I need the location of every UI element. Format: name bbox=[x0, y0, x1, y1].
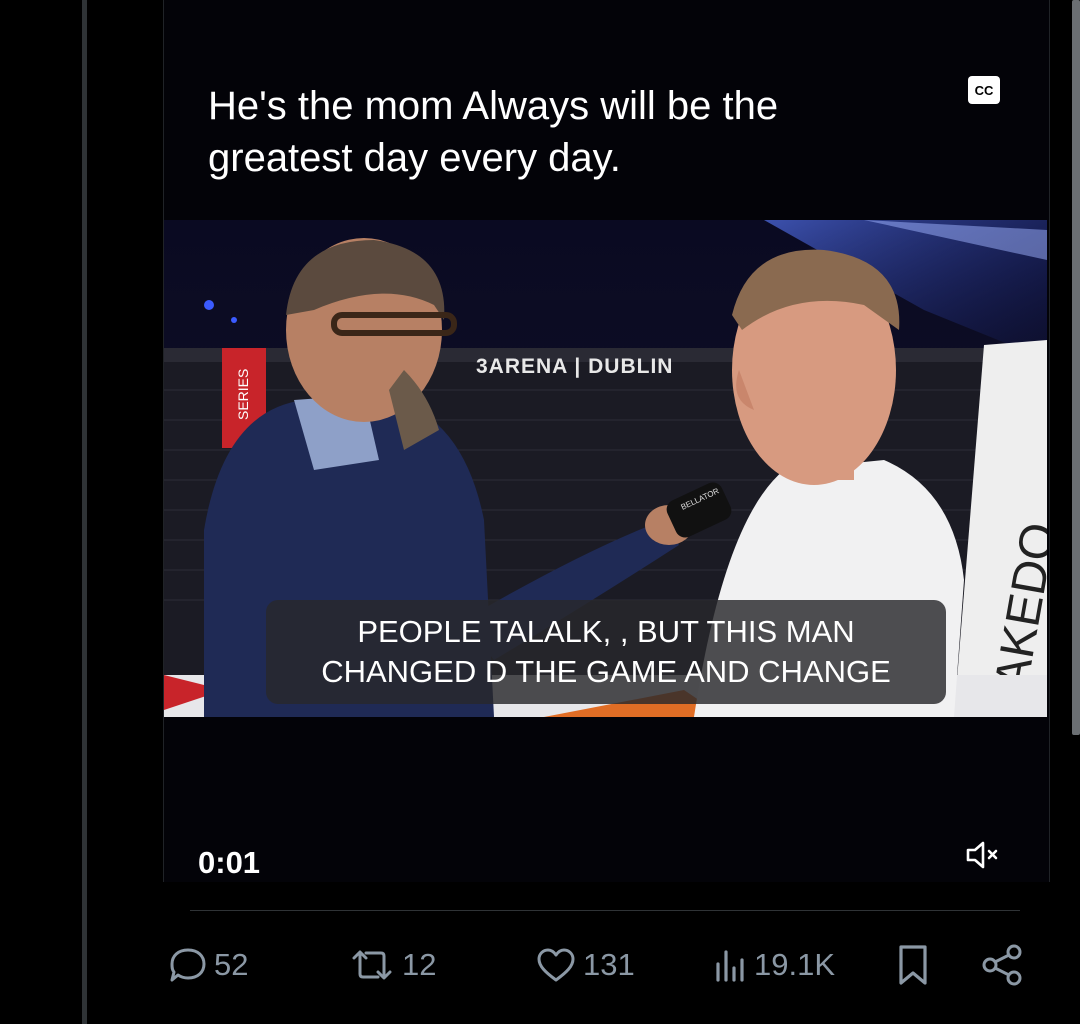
scrollbar-thumb[interactable] bbox=[1072, 0, 1080, 735]
speaker-muted-icon bbox=[966, 841, 998, 869]
bookmark-icon bbox=[899, 945, 927, 985]
bar-chart-icon bbox=[716, 950, 744, 982]
repost-arrows-icon bbox=[352, 950, 392, 980]
subtitle-box: PEOPLE TALALK, , BUT THIS MAN CHANGED D … bbox=[266, 600, 946, 704]
video-caption: He's the mom Always will be the greatest… bbox=[208, 84, 779, 180]
subtitle-line-2: CHANGED D THE GAME AND CHANGE bbox=[321, 654, 891, 689]
view-count: 19.1K bbox=[754, 947, 836, 982]
video-player[interactable]: He's the mom Always will be the greatest… bbox=[163, 0, 1050, 882]
mute-button[interactable] bbox=[964, 838, 1004, 872]
share-nodes-icon bbox=[982, 944, 1022, 986]
series-sign-text: SERIES bbox=[235, 369, 251, 420]
share-button[interactable] bbox=[980, 940, 1024, 990]
arena-banner-text: 3ARENA | DUBLIN bbox=[476, 355, 673, 378]
closed-captions-button[interactable]: CC bbox=[968, 76, 1000, 104]
reply-button[interactable]: 52 bbox=[168, 940, 248, 990]
tweet-action-bar: 52 12 131 19.1K bbox=[0, 940, 1080, 990]
thread-connector-line bbox=[82, 0, 87, 1024]
reply-count: 52 bbox=[214, 947, 249, 982]
like-count: 131 bbox=[583, 947, 635, 982]
video-timestamp: 0:01 bbox=[198, 845, 261, 880]
views-button[interactable]: 19.1K bbox=[712, 940, 835, 990]
video-frame[interactable]: SERIES 3ARENA | DUBLIN TAKEDO BELLATOR P… bbox=[164, 220, 1047, 717]
action-divider bbox=[190, 910, 1020, 911]
like-button[interactable]: 131 bbox=[535, 940, 635, 990]
subtitle-line-1: PEOPLE TALALK, , BUT THIS MAN bbox=[357, 614, 855, 649]
repost-count: 12 bbox=[402, 947, 437, 982]
repost-button[interactable]: 12 bbox=[348, 940, 436, 990]
speech-bubble-icon bbox=[170, 948, 206, 982]
heart-icon bbox=[537, 948, 575, 982]
bookmark-button[interactable] bbox=[893, 940, 933, 990]
